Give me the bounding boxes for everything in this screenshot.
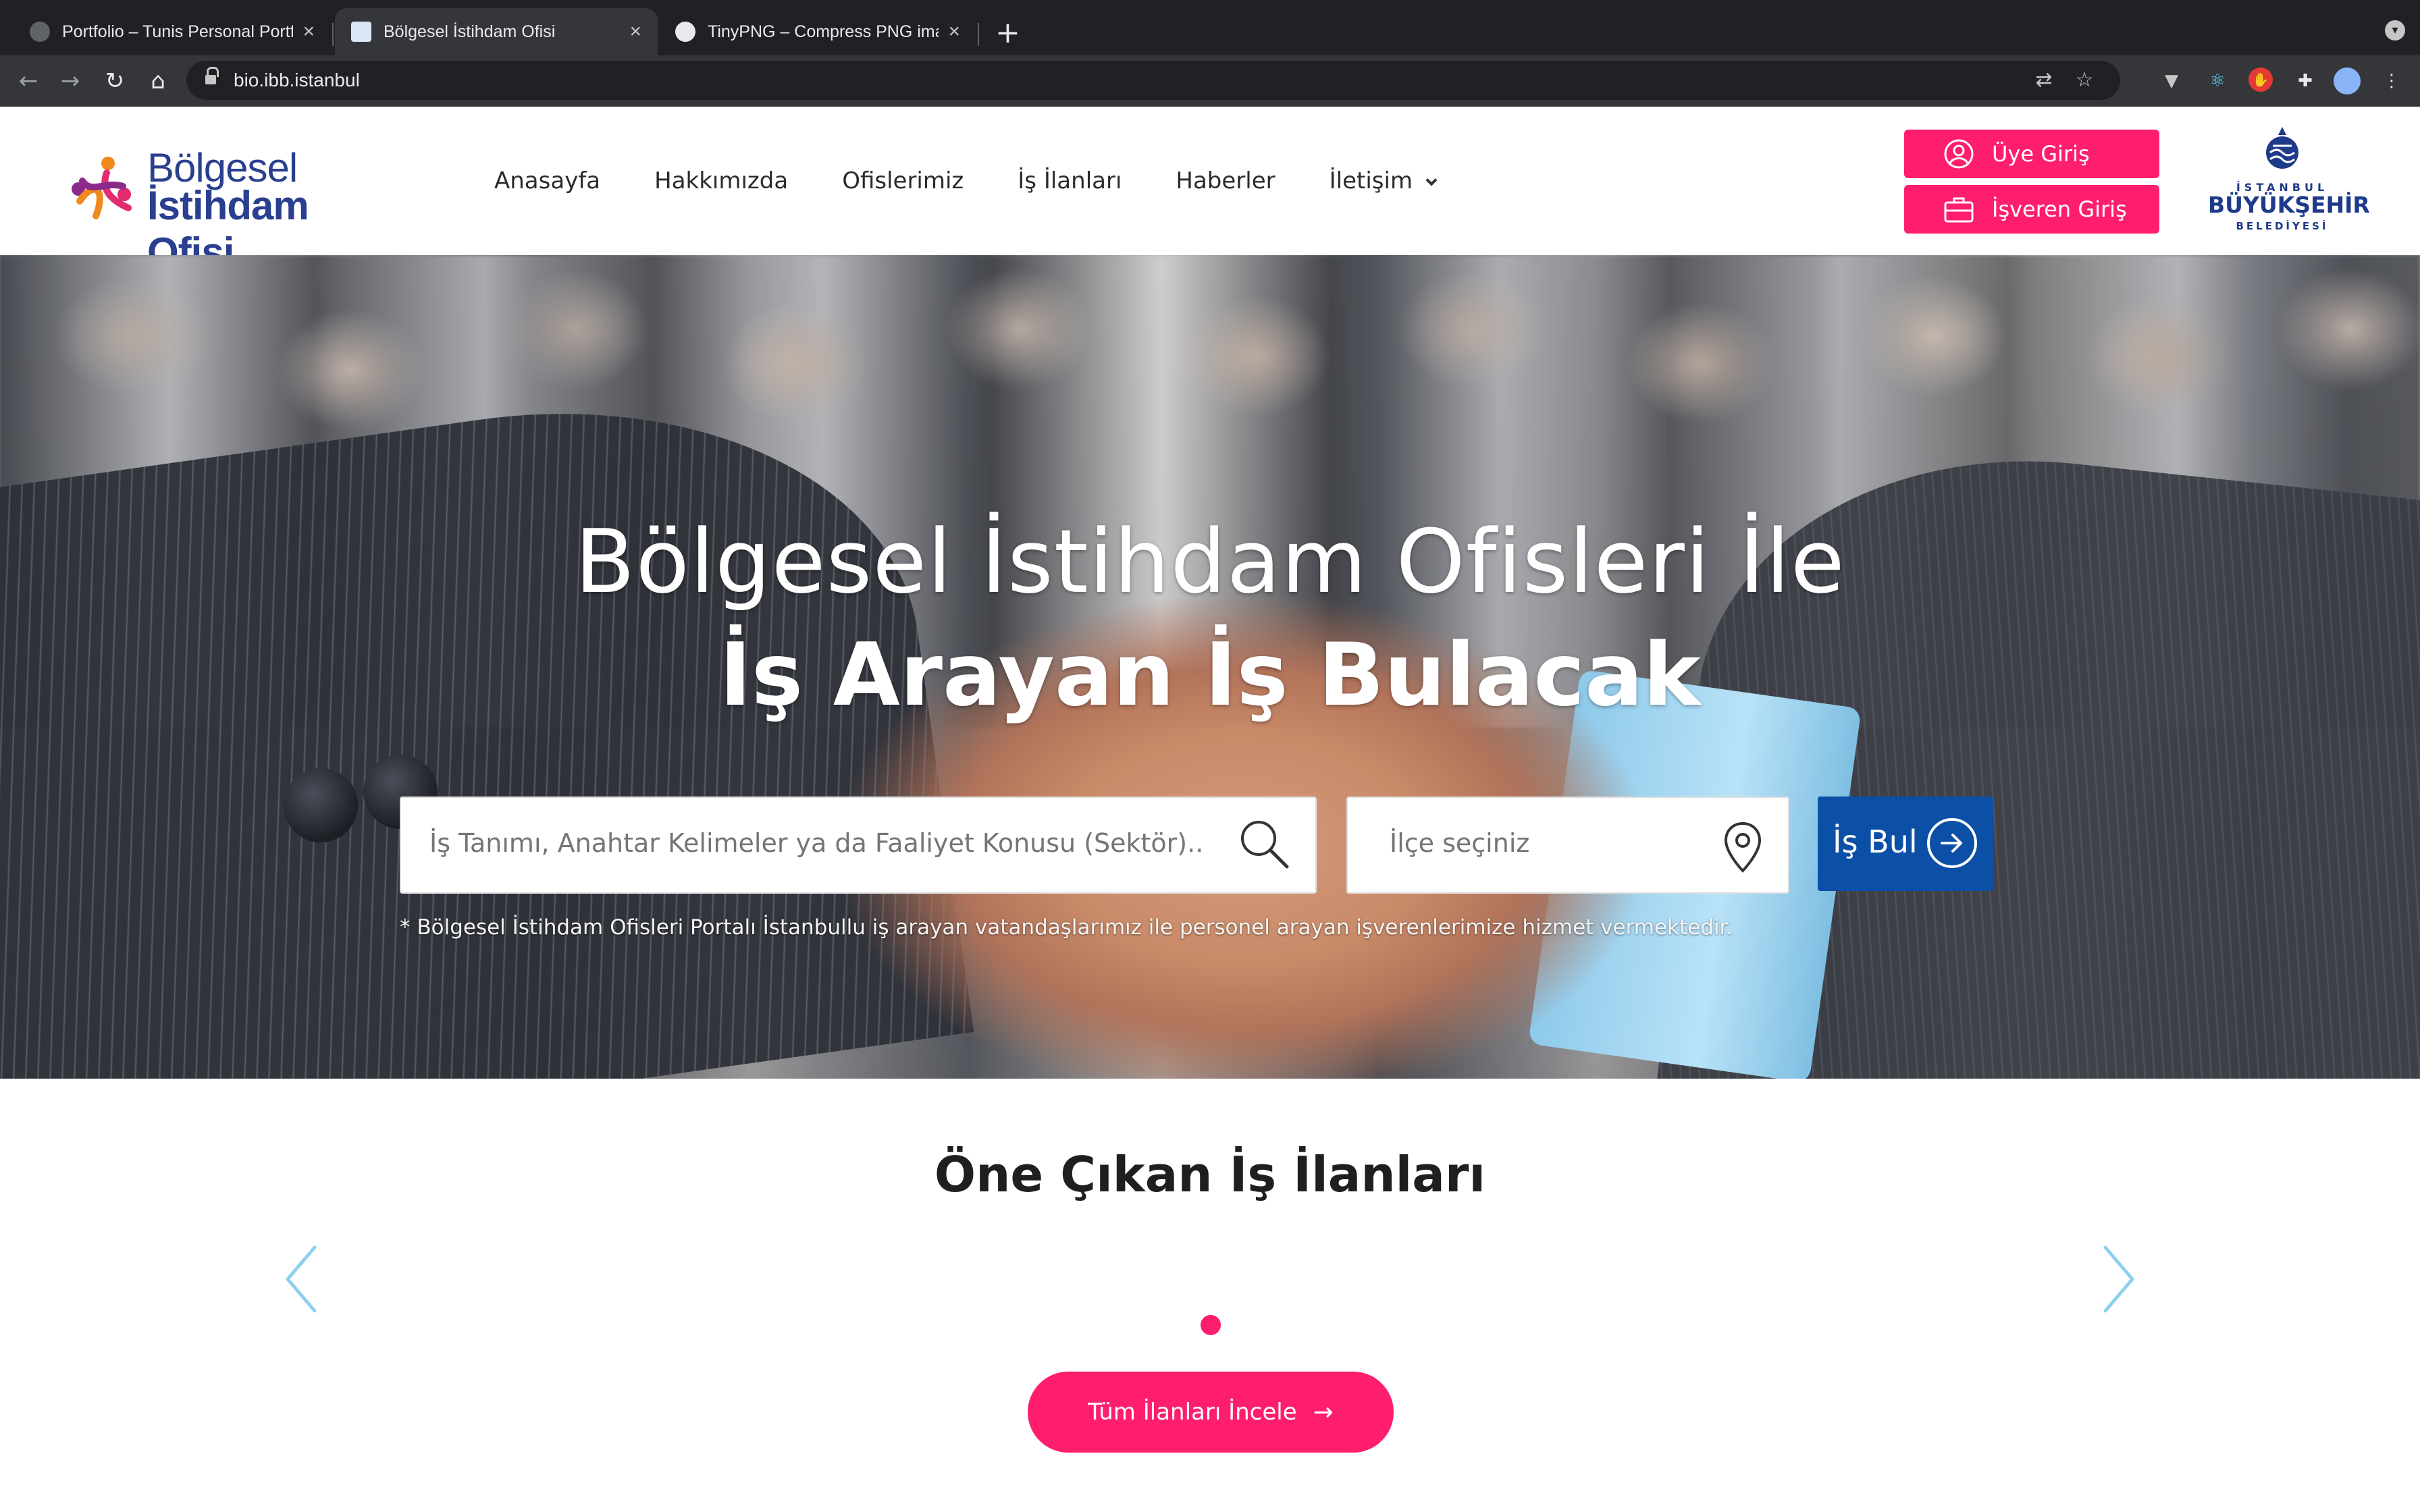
tab-separator [978,23,979,46]
hero-banner: Bölgesel İstihdam Ofisleri İle İş Arayan… [0,255,2420,1079]
browser-toolbar: ← → ↻ ⌂ bio.ibb.istanbul ⇄ ☆ ▼ ⚛ ✋ ✚ ⋮ [0,55,2420,107]
find-job-button[interactable]: İş Bul [1818,796,1993,891]
site-header: Bölgesel İstihdam Ofisi Anasayfa Hakkımı… [0,107,2420,275]
nav-news[interactable]: Haberler [1176,167,1275,194]
browser-tab-active[interactable]: Bölgesel İstihdam Ofisi × [335,8,658,55]
panda-favicon-icon [675,22,695,42]
adblock-extension-icon[interactable]: ✋ [2248,68,2273,92]
user-circle-icon [1944,139,1974,169]
hero-title-line1: Bölgesel İstihdam Ofisleri İle [575,510,1845,613]
hero-note: * Bölgesel İstihdam Ofisleri Portalı İst… [400,915,1733,940]
url-text[interactable]: bio.ibb.istanbul [234,70,360,91]
globe-icon [30,22,50,42]
ibb-text-belediyesi: BELEDİYESİ [2236,220,2329,232]
member-login-button[interactable]: Üye Giriş [1904,130,2159,178]
arrow-right-icon: → [1313,1398,1334,1426]
briefcase-icon [1944,197,1974,223]
react-devtools-icon[interactable]: ⚛ [2204,68,2231,94]
ibb-emblem-icon [2266,127,2298,169]
site-favicon-icon [351,22,371,42]
address-bar[interactable]: bio.ibb.istanbul ⇄ ☆ [186,61,2120,100]
job-search-input[interactable] [428,828,1205,859]
logo-people-icon [72,157,132,219]
carousel-next-icon[interactable] [2099,1242,2139,1316]
nav-offices[interactable]: Ofislerimiz [842,167,964,194]
browser-tab-portfolio[interactable]: Portfolio – Tunis Personal Portfo × [14,8,331,55]
home-icon[interactable]: ⌂ [142,65,174,97]
lock-icon [205,67,219,86]
location-pin-icon [1724,821,1762,873]
translate-icon[interactable]: ⇄ [2032,69,2055,92]
hero-title-line2: İş Arayan İş Bulacak [719,625,1701,726]
nav-job-listings[interactable]: İş İlanları [1018,167,1122,194]
district-input[interactable] [1388,828,1726,859]
reload-icon[interactable]: ↻ [99,65,131,97]
employer-login-button[interactable]: İşveren Giriş [1904,185,2159,234]
search-icon[interactable] [1237,817,1291,871]
close-tab-icon[interactable]: × [629,20,641,43]
browser-menu-icon[interactable]: ⋮ [2378,68,2405,94]
nav-contact[interactable]: İletişim [1329,167,1438,194]
site-logo[interactable]: Bölgesel İstihdam Ofisi [66,142,404,275]
close-tab-icon[interactable]: × [948,20,960,43]
carousel-dot-active[interactable] [1201,1315,1221,1335]
main-nav: Anasayfa Hakkımızda Ofislerimiz İş İlanl… [494,167,1490,194]
chevron-down-icon [1425,174,1438,186]
carousel-prev-icon[interactable] [281,1242,321,1316]
nav-contact-label: İletişim [1329,167,1413,194]
ibb-text-buyuksehir: BÜYÜKŞEHİR [2208,192,2370,218]
new-tab-button[interactable]: + [995,15,1020,51]
bookmark-star-icon[interactable]: ☆ [2073,69,2096,92]
featured-jobs-title: Öne Çıkan İş İlanları [934,1146,1486,1203]
browser-tab-tinypng[interactable]: TinyPNG – Compress PNG ima × [659,8,976,55]
job-search-box[interactable] [400,796,1317,894]
nav-home[interactable]: Anasayfa [494,167,600,194]
arrow-right-circle-icon [1927,818,1977,868]
profile-avatar[interactable] [2334,68,2361,94]
extensions-puzzle-icon[interactable]: ✚ [2292,68,2319,94]
forward-icon[interactable]: → [54,65,86,97]
district-select[interactable] [1346,796,1789,894]
browser-tab-bar: Portfolio – Tunis Personal Portfo × Bölg… [0,0,2420,55]
nav-about[interactable]: Hakkımızda [654,167,788,194]
tab-separator [332,23,334,46]
vpn-extension-icon[interactable]: ▼ [2158,68,2185,94]
close-tab-icon[interactable]: × [302,20,315,43]
view-all-jobs-button[interactable]: Tüm İlanları İncele → [1028,1372,1394,1453]
tab-search-icon[interactable]: ▾ [2385,20,2405,40]
view-all-jobs-label: Tüm İlanları İncele [1088,1399,1297,1426]
ibb-logo[interactable]: İSTANBUL BÜYÜKŞEHİR BELEDİYESİ [2208,126,2370,239]
back-icon[interactable]: ← [12,65,45,97]
